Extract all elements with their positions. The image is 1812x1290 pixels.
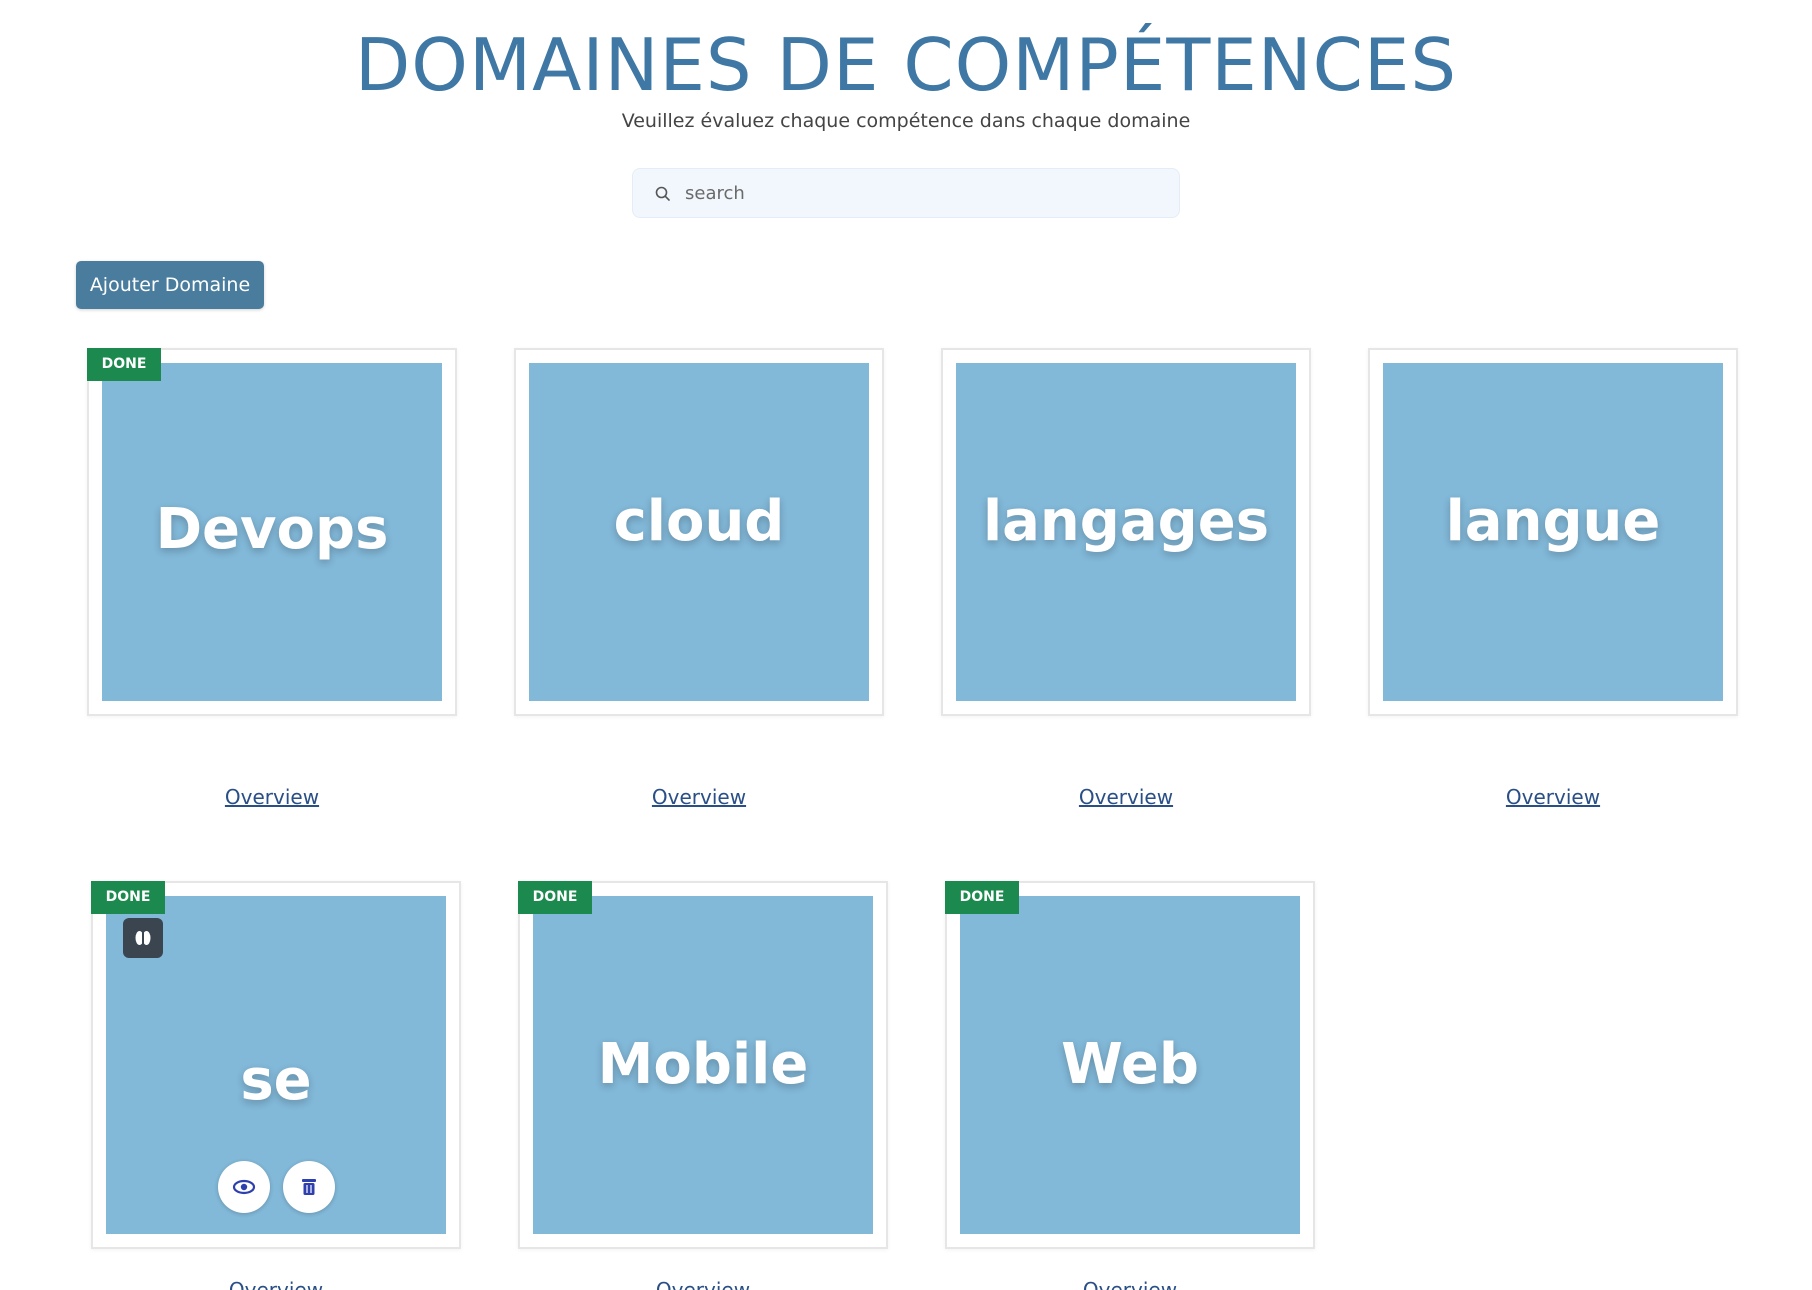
overview-link-web[interactable]: Overview — [945, 1276, 1315, 1290]
overview-link-cloud[interactable]: Overview — [514, 783, 884, 811]
delete-button[interactable] — [283, 1161, 335, 1213]
domain-tile: cloud — [529, 363, 869, 701]
status-badge: DONE — [91, 881, 165, 914]
domain-card-cloud[interactable]: cloud — [514, 348, 884, 716]
page: DOMAINES DE COMPÉTENCES Veuillez évaluez… — [0, 0, 1812, 1290]
toggle-icon[interactable] — [123, 918, 163, 958]
domain-tile: Devops — [102, 363, 442, 701]
domain-name: Web — [1061, 1032, 1199, 1097]
domain-card-mobile[interactable]: Mobile DONE — [518, 881, 888, 1249]
domain-tile: langages — [956, 363, 1296, 701]
page-subtitle: Veuillez évaluez chaque compétence dans … — [621, 110, 1191, 132]
page-title: DOMAINES DE COMPÉTENCES — [354, 23, 1458, 107]
trash-icon — [302, 1179, 316, 1195]
domain-card-langages[interactable]: langages — [941, 348, 1311, 716]
domain-name: Mobile — [597, 1032, 809, 1097]
eye-icon — [232, 1179, 256, 1195]
overview-link-devops[interactable]: Overview — [87, 783, 457, 811]
add-domain-button[interactable]: Ajouter Domaine — [76, 261, 264, 309]
domain-name: Devops — [155, 497, 389, 562]
view-button[interactable] — [218, 1161, 270, 1213]
domain-card-se[interactable]: se DONE — [91, 881, 461, 1249]
domain-name: langages — [982, 489, 1270, 554]
status-badge: DONE — [945, 881, 1019, 914]
domain-card-devops[interactable]: Devops DONE — [87, 348, 457, 716]
domain-tile: Mobile — [533, 896, 873, 1234]
domain-tile: langue — [1383, 363, 1723, 701]
search-icon — [655, 186, 670, 201]
overview-link-langue[interactable]: Overview — [1368, 783, 1738, 811]
domain-name: cloud — [613, 489, 785, 554]
domain-name: se — [240, 1048, 312, 1113]
domain-tile: Web — [960, 896, 1300, 1234]
status-badge: DONE — [87, 348, 161, 381]
overview-link-se[interactable]: Overview — [91, 1276, 461, 1290]
status-badge: DONE — [518, 881, 592, 914]
search-input[interactable] — [685, 169, 1165, 217]
overview-link-langages[interactable]: Overview — [941, 783, 1311, 811]
domain-card-langue[interactable]: langue — [1368, 348, 1738, 716]
search-bar[interactable] — [632, 168, 1180, 218]
domain-name: langue — [1445, 489, 1661, 554]
overview-link-mobile[interactable]: Overview — [518, 1276, 888, 1290]
domain-card-web[interactable]: Web DONE — [945, 881, 1315, 1249]
